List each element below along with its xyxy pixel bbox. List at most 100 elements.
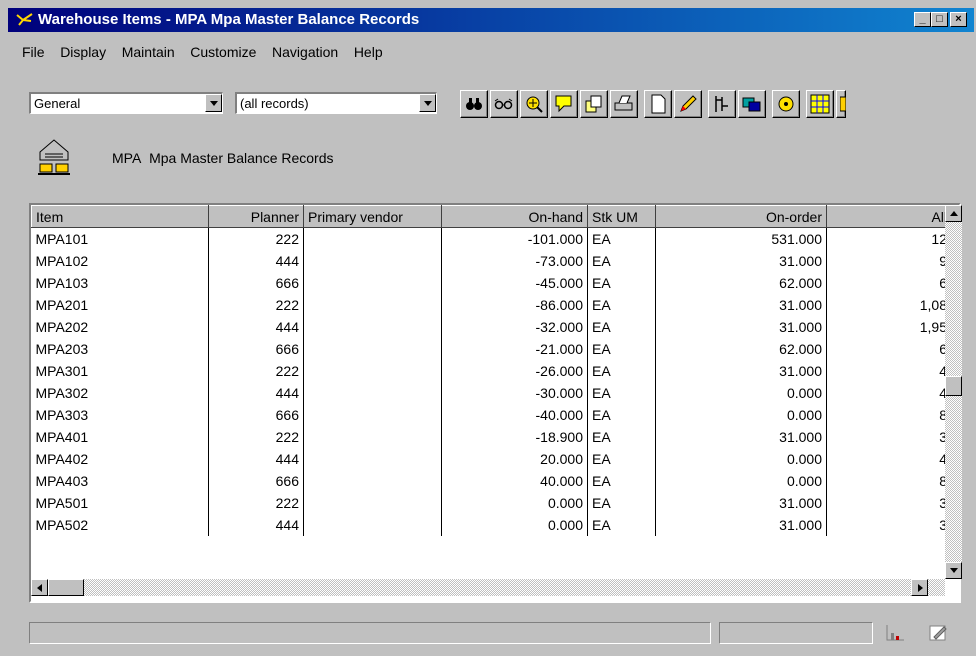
table-row[interactable]: MPA303 666 -40.000 EA 0.000 8 [31, 403, 952, 426]
scroll-left-button[interactable] [31, 579, 48, 596]
cell-on-hand: -30.000 [441, 381, 588, 404]
cell-on-order: 62.000 [655, 337, 827, 360]
cell-on-order: 31.000 [655, 293, 827, 316]
pencil-icon [680, 95, 697, 112]
cell-planner: 666 [208, 403, 304, 426]
table-header-row: Item Planner Primary vendor On-hand Stk … [31, 205, 952, 228]
cell-on-hand: 0.000 [441, 491, 588, 514]
cell-stk-um: EA [587, 227, 656, 250]
title-bar: Warehouse Items - MPA Mpa Master Balance… [8, 8, 974, 32]
cell-planner: 444 [208, 447, 304, 470]
cell-on-order: 31.000 [655, 513, 827, 536]
cell-planner: 222 [208, 227, 304, 250]
table-row[interactable]: MPA402 444 20.000 EA 0.000 4 [31, 447, 952, 470]
menu-help[interactable]: Help [354, 44, 383, 60]
cell-stk-um: EA [587, 425, 656, 448]
table-row[interactable]: MPA502 444 0.000 EA 31.000 3 [31, 513, 952, 536]
records-select-value: (all records) [240, 96, 309, 111]
menu-customize[interactable]: Customize [190, 44, 256, 60]
cell-item: MPA502 [31, 513, 209, 536]
cell-on-order: 0.000 [655, 447, 827, 470]
menu-maintain[interactable]: Maintain [122, 44, 175, 60]
more-button[interactable] [836, 90, 846, 118]
menu-file[interactable]: File [22, 44, 45, 60]
warehouse-icon [38, 139, 70, 175]
window-button[interactable] [738, 90, 766, 118]
table-row[interactable]: MPA102 444 -73.000 EA 31.000 9 [31, 249, 952, 272]
edit-status-icon[interactable] [928, 623, 950, 643]
column-header-primary-vendor[interactable]: Primary vendor [303, 205, 442, 228]
column-header-item[interactable]: Item [31, 205, 209, 228]
table-row[interactable]: MPA203 666 -21.000 EA 62.000 6 [31, 337, 952, 360]
table-row[interactable]: MPA101 222 -101.000 EA 531.000 12 [31, 227, 952, 250]
chevron-down-icon[interactable] [205, 94, 222, 112]
close-button[interactable]: × [950, 12, 967, 27]
cell-item: MPA501 [31, 491, 209, 514]
cell-planner: 222 [208, 293, 304, 316]
cell-on-hand: 0.000 [441, 513, 588, 536]
cell-all: 8 [826, 469, 952, 492]
cell-planner: 444 [208, 315, 304, 338]
print-icon [614, 95, 633, 111]
cell-item: MPA103 [31, 271, 209, 294]
disk-button[interactable] [772, 90, 800, 118]
copy-button[interactable] [580, 90, 608, 118]
view-button[interactable] [490, 90, 518, 118]
menu-display[interactable]: Display [60, 44, 106, 60]
horizontal-scroll-thumb[interactable] [48, 579, 84, 596]
vertical-scroll-thumb[interactable] [945, 376, 962, 396]
new-button[interactable] [644, 90, 672, 118]
column-header-on-hand[interactable]: On-hand [441, 205, 588, 228]
cell-stk-um: EA [587, 337, 656, 360]
note-button[interactable] [550, 90, 578, 118]
cell-stk-um: EA [587, 403, 656, 426]
cell-all: 6 [826, 337, 952, 360]
grid-icon [810, 94, 830, 114]
items-table[interactable]: Item Planner Primary vendor On-hand Stk … [29, 203, 961, 603]
grid-button[interactable] [806, 90, 834, 118]
menu-navigation[interactable]: Navigation [272, 44, 338, 60]
edit-button[interactable] [674, 90, 702, 118]
cell-on-order: 31.000 [655, 249, 827, 272]
horizontal-scroll-track[interactable] [31, 579, 945, 596]
find-button[interactable] [460, 90, 488, 118]
disk-icon [778, 96, 794, 112]
table-row[interactable]: MPA302 444 -30.000 EA 0.000 4 [31, 381, 952, 404]
table-row[interactable]: MPA103 666 -45.000 EA 62.000 6 [31, 271, 952, 294]
table-row[interactable]: MPA201 222 -86.000 EA 31.000 1,08 [31, 293, 952, 316]
cell-item: MPA101 [31, 227, 209, 250]
cell-item: MPA303 [31, 403, 209, 426]
chart-icon[interactable] [884, 623, 906, 643]
cell-all: 6 [826, 271, 952, 294]
cell-on-hand: -26.000 [441, 359, 588, 382]
cell-on-hand: 40.000 [441, 469, 588, 492]
table-row[interactable]: MPA202 444 -32.000 EA 31.000 1,95 [31, 315, 952, 338]
column-header-stk-um[interactable]: Stk UM [587, 205, 656, 228]
tree-button[interactable] [708, 90, 736, 118]
print-button[interactable] [610, 90, 638, 118]
column-header-on-order[interactable]: On-order [655, 205, 827, 228]
cell-all: 12 [826, 227, 952, 250]
minimize-button[interactable]: _ [914, 12, 931, 27]
cell-on-order: 0.000 [655, 403, 827, 426]
filter-button[interactable] [520, 90, 548, 118]
records-select[interactable]: (all records) [235, 92, 437, 114]
scroll-up-button[interactable] [945, 205, 962, 222]
scroll-down-button[interactable] [945, 562, 962, 579]
column-header-all[interactable]: All [826, 205, 952, 228]
table-row[interactable]: MPA401 222 -18.900 EA 31.000 3 [31, 425, 952, 448]
cell-planner: 444 [208, 513, 304, 536]
scroll-right-button[interactable] [911, 579, 928, 596]
chevron-down-icon[interactable] [419, 94, 436, 112]
table-row[interactable]: MPA403 666 40.000 EA 0.000 8 [31, 469, 952, 492]
view-select[interactable]: General [29, 92, 223, 114]
cell-planner: 666 [208, 271, 304, 294]
cell-primary-vendor [303, 315, 442, 338]
table-row[interactable]: MPA501 222 0.000 EA 31.000 3 [31, 491, 952, 514]
column-header-planner[interactable]: Planner [208, 205, 304, 228]
status-pane-main [29, 622, 711, 644]
maximize-button[interactable]: □ [931, 12, 948, 27]
table-row[interactable]: MPA301 222 -26.000 EA 31.000 4 [31, 359, 952, 382]
cell-item: MPA302 [31, 381, 209, 404]
cell-on-order: 31.000 [655, 491, 827, 514]
